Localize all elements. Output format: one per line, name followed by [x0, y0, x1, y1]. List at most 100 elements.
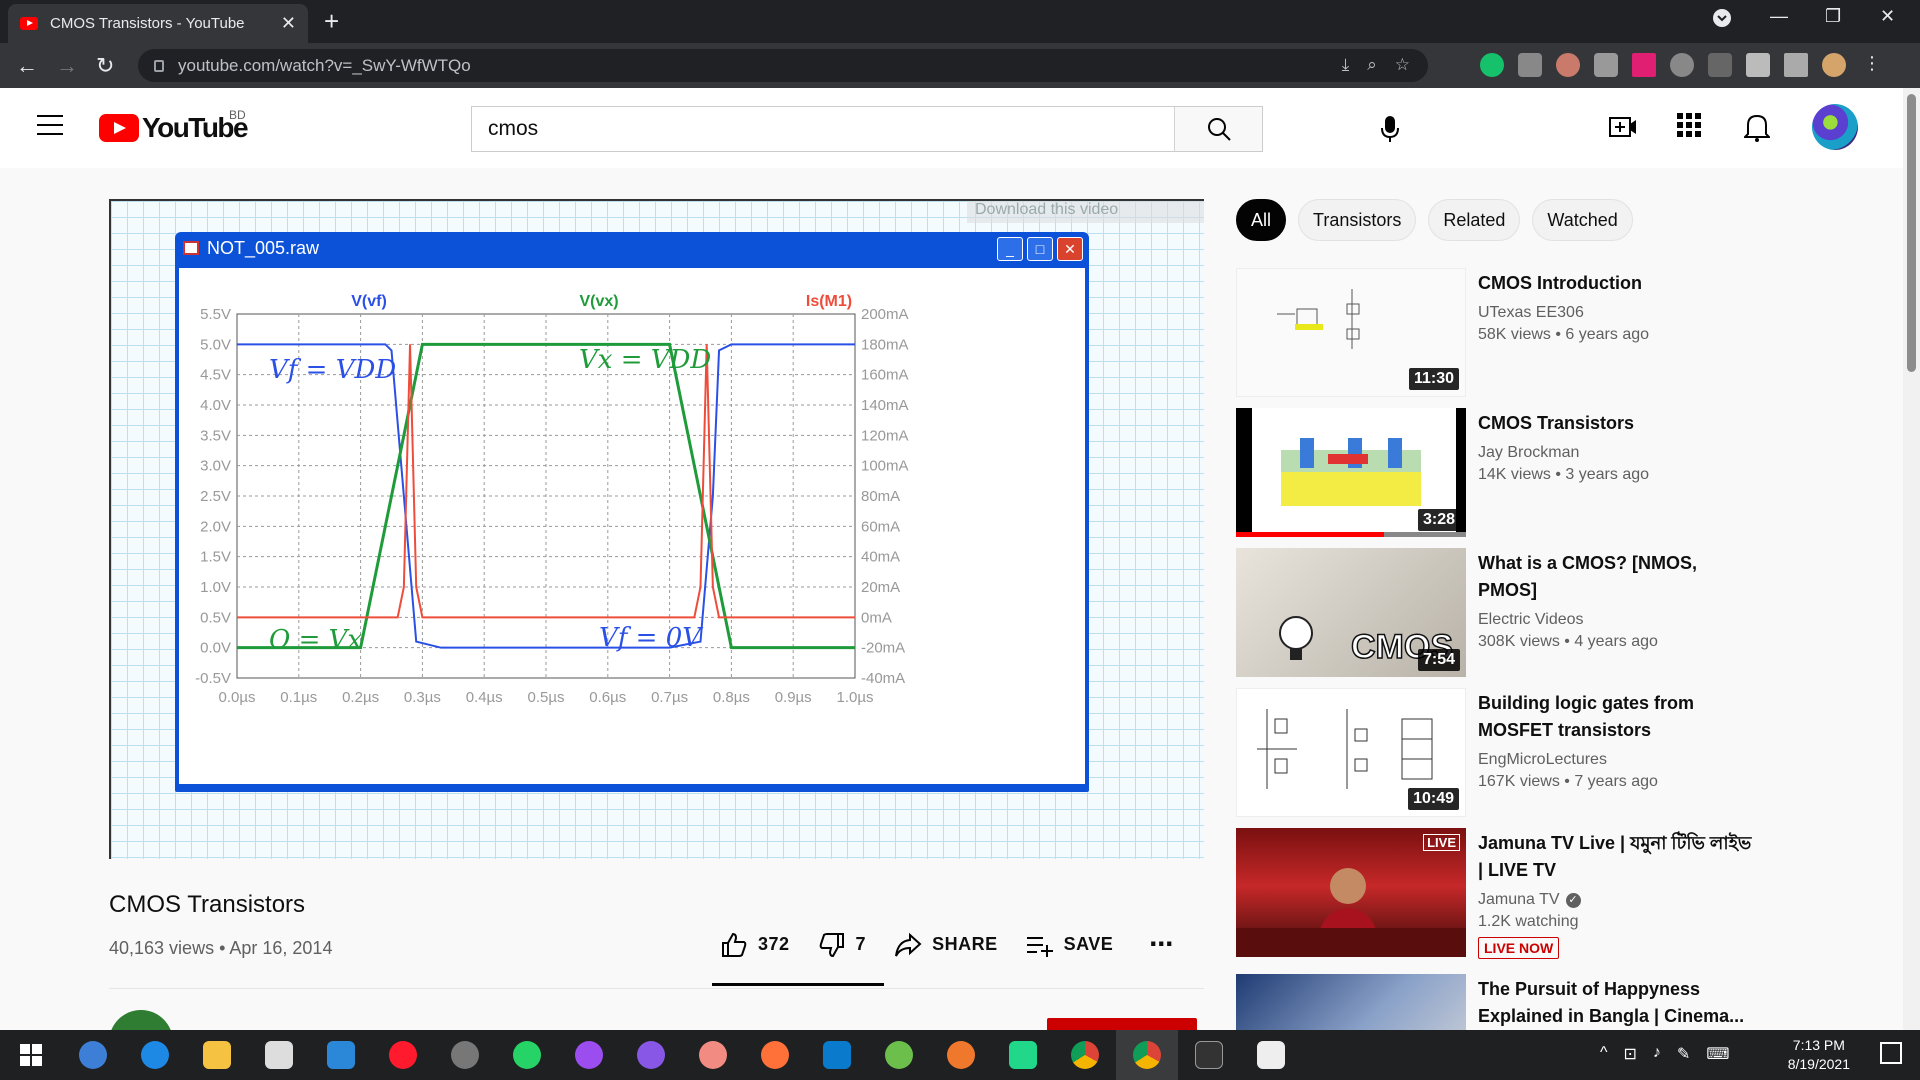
- firefox-icon[interactable]: [744, 1030, 806, 1080]
- recommendation-title[interactable]: CMOS Transistors: [1478, 410, 1758, 437]
- maximize-icon[interactable]: ❐: [1825, 6, 1841, 27]
- chrome-icon[interactable]: [1054, 1030, 1116, 1080]
- extension-icon[interactable]: [1556, 53, 1580, 77]
- notifications-bell-icon[interactable]: [1742, 112, 1772, 147]
- chip-all[interactable]: All: [1236, 199, 1287, 241]
- video-thumbnail[interactable]: 11:30: [1236, 268, 1466, 397]
- channel-name[interactable]: Jamuna TV ✓: [1478, 891, 1758, 909]
- voice-search-button[interactable]: [1367, 106, 1413, 152]
- back-icon[interactable]: ←: [16, 53, 38, 79]
- whatsapp-icon[interactable]: [496, 1030, 558, 1080]
- minimize-icon[interactable]: —: [1770, 6, 1788, 27]
- reload-icon[interactable]: ↻: [96, 53, 114, 79]
- qbittorrent-icon[interactable]: [62, 1030, 124, 1080]
- video-thumbnail[interactable]: [1236, 974, 1466, 1030]
- satellite-app-icon[interactable]: [434, 1030, 496, 1080]
- recommendation-title[interactable]: The Pursuit of Happyness Explained in Ba…: [1478, 976, 1758, 1030]
- recommendation-title[interactable]: Jamuna TV Live | যমুনা টিভি লাইভ | LIVE …: [1478, 830, 1758, 884]
- vscode-icon[interactable]: [806, 1030, 868, 1080]
- menu-icon[interactable]: [37, 115, 63, 142]
- forward-icon[interactable]: →: [56, 53, 78, 79]
- chrome-active-icon[interactable]: [1116, 1030, 1178, 1080]
- store-icon[interactable]: [248, 1030, 310, 1080]
- page-scrollbar[interactable]: [1903, 88, 1920, 1030]
- apps-grid-icon[interactable]: [1676, 112, 1702, 143]
- network-icon[interactable]: ⊡: [1624, 1044, 1637, 1064]
- address-bar[interactable]: youtube.com/watch?v=_SwY-WfWTQo ⤓ ⌕ ☆: [138, 49, 1428, 82]
- window-close-icon[interactable]: ✕: [1880, 6, 1895, 27]
- more-actions-icon[interactable]: ⋯: [1149, 930, 1174, 959]
- recommendation-item[interactable]: 11:30 CMOS Introduction UTexas EE306 58K…: [1236, 268, 1756, 408]
- extension-icon[interactable]: [1632, 53, 1656, 77]
- recommendation-item[interactable]: The Pursuit of Happyness Explained in Ba…: [1236, 974, 1756, 1030]
- zoom-icon[interactable]: ⌕: [1367, 55, 1377, 75]
- video-thumbnail[interactable]: 10:49: [1236, 688, 1466, 817]
- chip-transistors[interactable]: Transistors: [1298, 199, 1417, 241]
- dislike-button[interactable]: 7: [818, 931, 867, 959]
- camera-icon[interactable]: [1518, 53, 1542, 77]
- channel-name[interactable]: Jay Brockman: [1478, 444, 1758, 462]
- paint-icon[interactable]: [682, 1030, 744, 1080]
- search-input[interactable]: [472, 107, 1174, 151]
- kebab-menu-icon[interactable]: ⋮: [1860, 53, 1884, 77]
- video-player[interactable]: Download this video NOT_005.raw _ □ ✕ 5.…: [109, 199, 1204, 859]
- new-tab-icon[interactable]: +: [324, 6, 339, 37]
- pycharm-icon[interactable]: [992, 1030, 1054, 1080]
- profile-avatar-icon[interactable]: [1822, 53, 1846, 77]
- reading-list-icon[interactable]: [1784, 53, 1808, 77]
- terminal-icon[interactable]: [1178, 1030, 1240, 1080]
- mail-icon[interactable]: [310, 1030, 372, 1080]
- keyboard-icon[interactable]: ⌨: [1706, 1044, 1729, 1064]
- video-thumbnail[interactable]: 3:28: [1236, 408, 1466, 537]
- bookmark-star-icon[interactable]: ☆: [1395, 55, 1410, 75]
- share-button[interactable]: SHARE: [894, 932, 998, 958]
- profile-dropdown-icon[interactable]: [1712, 8, 1732, 33]
- start-button[interactable]: [0, 1030, 62, 1080]
- subscribe-button[interactable]: [1047, 1018, 1197, 1030]
- tab-close-icon[interactable]: ✕: [281, 13, 296, 34]
- install-icon[interactable]: ⤓: [1342, 55, 1350, 75]
- recommendation-title[interactable]: Building logic gates from MOSFET transis…: [1478, 690, 1758, 744]
- clock[interactable]: 7:13 PM 8/19/2021: [1788, 1036, 1850, 1074]
- recommendation-item[interactable]: LIVE Jamuna TV Live | যমুনা টিভি লাইভ | …: [1236, 828, 1756, 974]
- github-icon[interactable]: [620, 1030, 682, 1080]
- recommendation-title[interactable]: What is a CMOS? [NMOS, PMOS]: [1478, 550, 1758, 604]
- recommendation-item[interactable]: 3:28 CMOS Transistors Jay Brockman 14K v…: [1236, 408, 1756, 548]
- save-button[interactable]: SAVE: [1026, 933, 1114, 957]
- create-video-icon[interactable]: [1608, 112, 1638, 147]
- channel-name[interactable]: UTexas EE306: [1478, 304, 1758, 322]
- recommendation-title[interactable]: CMOS Introduction: [1478, 270, 1758, 297]
- channel-name[interactable]: Electric Videos: [1478, 611, 1758, 629]
- messenger-icon[interactable]: [558, 1030, 620, 1080]
- browser-tab[interactable]: CMOS Transistors - YouTube ✕: [8, 4, 308, 43]
- opera-icon[interactable]: [372, 1030, 434, 1080]
- extension-icon[interactable]: [1594, 53, 1618, 77]
- y-tick-label: 1.5V: [200, 549, 231, 566]
- chip-watched[interactable]: Watched: [1532, 199, 1633, 241]
- like-button[interactable]: 372: [720, 931, 790, 959]
- video-thumbnail[interactable]: CMOS 7:54: [1236, 548, 1466, 677]
- volume-icon[interactable]: ♪: [1653, 1044, 1661, 1064]
- youtube-logo[interactable]: YouTube BD: [99, 108, 249, 144]
- recommendation-item[interactable]: CMOS 7:54 What is a CMOS? [NMOS, PMOS] E…: [1236, 548, 1756, 688]
- edge-icon[interactable]: [124, 1030, 186, 1080]
- tray-expand-icon[interactable]: ^: [1600, 1044, 1608, 1064]
- app-icon[interactable]: [930, 1030, 992, 1080]
- puzzle-icon[interactable]: [1746, 53, 1770, 77]
- chip-related[interactable]: Related: [1428, 199, 1521, 241]
- video-thumbnail[interactable]: LIVE: [1236, 828, 1466, 957]
- app-icon[interactable]: [1240, 1030, 1302, 1080]
- pen-icon[interactable]: ✎: [1677, 1044, 1690, 1064]
- channel-name[interactable]: EngMicroLectures: [1478, 751, 1758, 769]
- recommendation-item[interactable]: 10:49 Building logic gates from MOSFET t…: [1236, 688, 1756, 828]
- file-explorer-icon[interactable]: [186, 1030, 248, 1080]
- channel-avatar[interactable]: [109, 1010, 173, 1030]
- account-avatar[interactable]: [1812, 104, 1858, 150]
- download-video-banner[interactable]: Download this video: [967, 201, 1204, 223]
- grammarly-icon[interactable]: [1480, 53, 1504, 77]
- extension-icon[interactable]: [1708, 53, 1732, 77]
- search-button[interactable]: [1174, 107, 1262, 151]
- download-icon[interactable]: [1670, 53, 1694, 77]
- notification-center-icon[interactable]: [1880, 1042, 1902, 1064]
- app-icon[interactable]: [868, 1030, 930, 1080]
